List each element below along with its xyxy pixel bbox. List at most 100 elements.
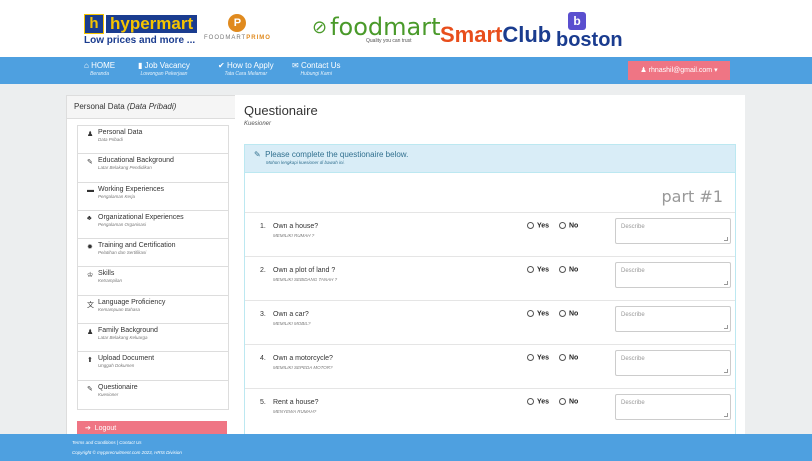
sidebar-item[interactable]: ✹ Training and Certification Pelatihan dan… bbox=[78, 239, 228, 268]
question-row: 5. Rent a house? MENYEWA RUMAH? Yes No Descri… bbox=[245, 388, 735, 433]
describe-textarea[interactable]: Describe bbox=[615, 306, 731, 332]
describe-textarea[interactable]: Describe bbox=[615, 262, 731, 288]
questionnaire-panel: ✎ Please complete the questionaire below… bbox=[244, 144, 736, 444]
no-radio[interactable]: No bbox=[559, 398, 578, 405]
sidebar-item-sublabel: Latar Belakang Keluarga bbox=[98, 335, 148, 341]
smartclub-name-a: Smart bbox=[440, 22, 503, 47]
footer: Terms and Conditions | Contact Us Copyri… bbox=[0, 434, 812, 461]
question-number: 1. bbox=[260, 223, 266, 230]
sidebar-item-sublabel: Kuesioner bbox=[98, 391, 119, 397]
sidebar-item-sublabel: Pengalaman Organisasi bbox=[98, 221, 147, 227]
sidebar-item-label: Personal Data bbox=[98, 129, 143, 136]
yes-radio[interactable]: Yes bbox=[527, 310, 549, 317]
leaf-icon: ⊘ bbox=[312, 16, 328, 37]
yes-radio[interactable]: Yes bbox=[527, 398, 549, 405]
yes-radio[interactable]: Yes bbox=[527, 354, 549, 361]
nav-how-to-apply-sub: Tata Cara Melamar bbox=[224, 71, 268, 77]
sidebar-item[interactable]: ♔ Skills Ketrampilan bbox=[78, 267, 228, 296]
question-row: 2. Own a plot of land ? MEMILIKI SEBIDANG … bbox=[245, 256, 735, 301]
sidebar-item[interactable]: ✎ Questionaire Kuesioner bbox=[78, 381, 228, 409]
hypermart-mark: h bbox=[84, 14, 104, 34]
sidebar-item-label: Organizational Experiences bbox=[98, 213, 184, 221]
no-radio[interactable]: No bbox=[559, 354, 578, 361]
sidebar-item-sublabel: Data Pribadi bbox=[98, 137, 123, 142]
question-text: Own a car? bbox=[273, 311, 309, 318]
yes-label: Yes bbox=[537, 310, 550, 318]
sidebar-item[interactable]: ♟ Personal Data Data Pribadi bbox=[78, 126, 228, 155]
question-number: 4. bbox=[260, 355, 266, 362]
alert-text: Please complete the questionaire below. bbox=[265, 150, 409, 159]
upload-icon: ⬆ bbox=[87, 357, 93, 365]
question-row: 4. Own a motorcycle? MEMILIKI SEPEDA MOTOR… bbox=[245, 344, 735, 389]
nav-how-to-apply[interactable]: ✔ How to Apply Tata Cara Melamar bbox=[218, 61, 274, 77]
sidebar-item-label: Educational Background bbox=[98, 157, 174, 165]
sidebar-item[interactable]: ♟ Family Background Latar Belakang Keluarg… bbox=[78, 324, 228, 353]
nav-job-vacancy[interactable]: ▮ Job Vacancy Lowongan Pekerjaan bbox=[138, 61, 190, 77]
sidebar-item-sublabel: Latar Belakang Pendidikan bbox=[98, 165, 152, 171]
hypermart-logo: h hypermart Low prices and more ... bbox=[84, 14, 198, 46]
yes-label: Yes bbox=[537, 398, 550, 406]
sidebar-item[interactable]: ♣ Organizational Experiences Pengalaman Or… bbox=[78, 211, 228, 240]
bookmark-icon: ▮ bbox=[138, 61, 143, 70]
sidebar-item-label: Questionaire bbox=[98, 383, 138, 391]
user-icon: ♟ bbox=[87, 131, 94, 138]
sidebar-item[interactable]: ✎ Educational Background Latar Belakang Pe… bbox=[78, 154, 228, 183]
graduation-cap-icon: ✎ bbox=[87, 159, 93, 167]
sidebar-item-label: Working Experiences bbox=[98, 185, 165, 193]
describe-textarea[interactable]: Describe bbox=[615, 218, 731, 244]
yes-radio[interactable]: Yes bbox=[527, 266, 549, 273]
sidebar-item-sublabel: Kemampuan Bahasa bbox=[98, 306, 141, 312]
no-radio[interactable]: No bbox=[559, 310, 578, 317]
nav-contact-us[interactable]: ✉ Contact Us Hubungi Kami bbox=[292, 61, 341, 77]
yes-label: Yes bbox=[537, 354, 550, 362]
certificate-icon: ✹ bbox=[87, 244, 93, 252]
page-title: Questionaire bbox=[244, 103, 318, 118]
sidebar: Personal Data (Data Pribadi) ♟ Personal D… bbox=[66, 95, 236, 440]
briefcase-icon: ▬ bbox=[87, 186, 94, 194]
sidebar-title-italic: (Data Pribadi) bbox=[126, 102, 177, 111]
question-text: Own a plot of land ? bbox=[273, 267, 336, 274]
nav-contact-us-label: Contact Us bbox=[300, 61, 341, 70]
sidebar-item-label: Upload Document bbox=[98, 355, 155, 363]
page-subtitle: Kuesioner bbox=[244, 121, 272, 127]
sidebar-item-sublabel: Unggah Dokumen bbox=[98, 363, 135, 369]
sidebar-item-label: Training and Certification bbox=[98, 242, 176, 250]
describe-textarea[interactable]: Describe bbox=[615, 350, 731, 376]
part-heading: part #1 bbox=[661, 187, 723, 206]
language-icon: 文 bbox=[87, 301, 94, 309]
sidebar-item[interactable]: ▬ Working Experiences Pengalaman Kerja bbox=[78, 183, 228, 211]
trophy-icon: ♔ bbox=[87, 272, 94, 280]
question-number: 2. bbox=[260, 267, 266, 274]
sidebar-item-label: Family Background bbox=[98, 327, 158, 335]
hypermart-tagline: Low prices and more ... bbox=[84, 35, 196, 46]
nav-home[interactable]: ⌂ HOME Beranda bbox=[84, 61, 115, 77]
question-subtext: MEMILIKI SEBIDANG TANAH ? bbox=[273, 277, 338, 282]
navbar: ⌂ HOME Beranda ▮ Job Vacancy Lowongan Pe… bbox=[0, 57, 812, 84]
boston-name: boston bbox=[556, 29, 623, 51]
logout-label: Logout bbox=[94, 425, 117, 432]
sidebar-title-text: Personal Data bbox=[74, 102, 125, 111]
envelope-icon: ✉ bbox=[292, 61, 299, 70]
home-icon: ⌂ bbox=[84, 61, 89, 70]
boston-logo: b boston bbox=[556, 12, 623, 50]
no-label: No bbox=[569, 398, 579, 406]
footer-links[interactable]: Terms and Conditions | Contact Us bbox=[72, 440, 142, 445]
sidebar-item[interactable]: 文 Language Proficiency Kemampuan Bahasa bbox=[78, 296, 228, 325]
question-subtext: MENYEWA RUMAH? bbox=[273, 409, 317, 414]
yes-radio[interactable]: Yes bbox=[527, 222, 549, 229]
smartclub-logo: SmartClub bbox=[440, 22, 551, 48]
edit-icon: ✎ bbox=[254, 150, 261, 159]
boston-mark: b bbox=[568, 12, 586, 30]
sidebar-title: Personal Data (Data Pribadi) bbox=[67, 96, 235, 119]
nav-job-vacancy-sub: Lowongan Pekerjaan bbox=[140, 71, 188, 77]
no-label: No bbox=[569, 354, 579, 362]
user-menu-button[interactable]: ♟ rhnashil@gmail.com ▾ bbox=[628, 61, 730, 80]
question-row: 3. Own a car? MEMILIKI MOBIL? Yes No Describe bbox=[245, 300, 735, 345]
no-label: No bbox=[569, 222, 579, 230]
sidebar-item[interactable]: ⬆ Upload Document Unggah Dokumen bbox=[78, 352, 228, 381]
no-radio[interactable]: No bbox=[559, 266, 578, 273]
main-content: Questionaire Kuesioner ✎ Please complete… bbox=[235, 95, 745, 444]
describe-textarea[interactable]: Describe bbox=[615, 394, 731, 420]
no-radio[interactable]: No bbox=[559, 222, 578, 229]
sidebar-item-label: Language Proficiency bbox=[98, 298, 166, 306]
